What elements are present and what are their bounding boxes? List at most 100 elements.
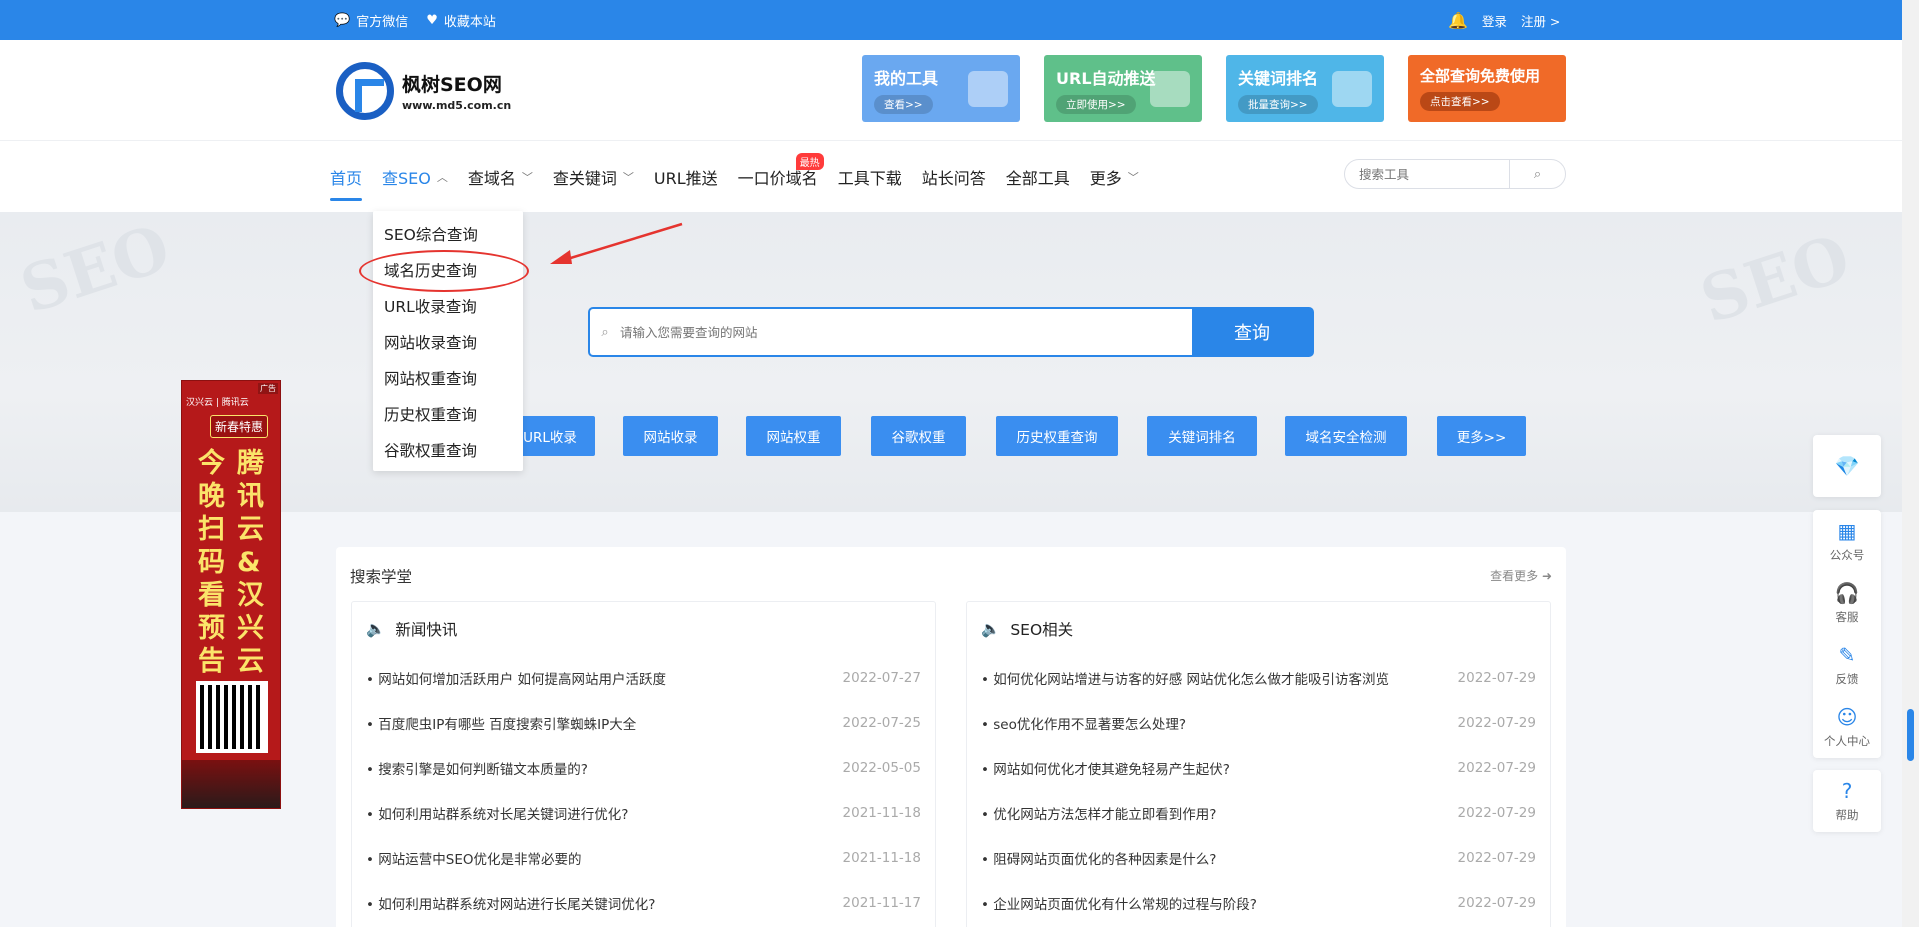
chevron-down-icon: ﹀: [622, 171, 634, 184]
quick-domain-security[interactable]: 域名安全检测: [1285, 416, 1407, 456]
help-float[interactable]: ? 帮助: [1813, 770, 1881, 832]
tool-search-input[interactable]: [1345, 160, 1509, 188]
annotation-arrow: [550, 222, 683, 264]
list-item[interactable]: • 企业网站页面优化有什么常规的过程与阶段? 2022-07-29: [981, 893, 1536, 913]
list-item[interactable]: • 优化网站方法怎样才能立即看到作用? 2022-07-29: [981, 803, 1536, 823]
site-search-input[interactable]: [620, 309, 1192, 355]
nav-more[interactable]: 更多 ﹀: [1090, 141, 1139, 213]
login-link[interactable]: 登录: [1482, 11, 1507, 30]
wechat-official-button[interactable]: ▦ 公众号: [1813, 510, 1881, 572]
quick-history-weight[interactable]: 历史权重查询: [996, 416, 1118, 456]
banner-free-use[interactable]: 全部查询免费使用 点击查看>>: [1408, 55, 1566, 122]
list-item[interactable]: • 网站如何增加活跃用户 如何提高网站用户活跃度 2022-07-27: [366, 668, 921, 688]
main-nav: 首页 查SEO ︿ 查域名 ﹀ 查关键词 ﹀ URL推送 一口价域名 最热 工具下载 站…: [0, 140, 1902, 212]
chevron-up-icon: ︿: [436, 171, 448, 184]
panel-title: SEO相关: [1010, 621, 1074, 639]
banner-my-tools[interactable]: 我的工具 查看>>: [862, 55, 1020, 122]
nav-keyword[interactable]: 查关键词 ﹀: [553, 141, 634, 213]
banner-keyword-rank[interactable]: 关键词排名 批量查询>>: [1226, 55, 1384, 122]
nav-seo[interactable]: 查SEO ︿: [382, 141, 448, 213]
site-logo[interactable]: 枫树SEO网 www.md5.com.cn: [336, 60, 526, 122]
banner-url-push[interactable]: URL自动推送 立即使用>>: [1044, 55, 1202, 122]
list-item[interactable]: • 搜索引擎是如何判断锚文本质量的? 2022-05-05: [366, 758, 921, 778]
list-item[interactable]: • 如何优化网站增进与访客的好感 网站优化怎么做才能吸引访客浏览 2022-07-…: [981, 668, 1536, 688]
qr-icon: ▦: [1837, 519, 1857, 543]
user-center-button[interactable]: ☺ 个人中心: [1813, 696, 1881, 758]
nav-home[interactable]: 首页: [330, 141, 363, 213]
bar-chart-icon: [1332, 71, 1372, 107]
favorite-link[interactable]: ♥ 收藏本站: [426, 11, 496, 30]
list-item[interactable]: • 网站运营中SEO优化是非常必要的 2021-11-18: [366, 848, 921, 868]
dropdown-item[interactable]: 网站收录查询: [373, 325, 523, 361]
hot-badge: 最热: [795, 153, 824, 170]
view-more-link[interactable]: 查看更多 ➜: [1490, 567, 1552, 584]
quick-site-weight[interactable]: 网站权重: [746, 416, 841, 456]
search-button[interactable]: ⌕: [1509, 160, 1565, 188]
dropdown-item[interactable]: 历史权重查询: [373, 397, 523, 433]
news-panel: 🔈 新闻快讯 • 网站如何增加活跃用户 如何提高网站用户活跃度 2022-07-27…: [351, 601, 936, 927]
page-scrollbar[interactable]: [1902, 0, 1919, 927]
dropdown-item[interactable]: SEO综合查询: [373, 217, 523, 253]
tool-search: ⌕: [1344, 159, 1566, 189]
list-item[interactable]: • 如何利用站群系统对长尾关键词进行优化? 2021-11-18: [366, 803, 921, 823]
feedback-button[interactable]: ✎ 反馈: [1813, 634, 1881, 696]
edit-icon: ✎: [1838, 643, 1856, 667]
nav-tool-download[interactable]: 工具下载: [838, 141, 902, 213]
panel-title: 新闻快讯: [395, 621, 458, 639]
bell-icon[interactable]: 🔔: [1448, 11, 1468, 30]
headset-icon: 🎧: [1834, 581, 1860, 605]
section-title: 搜索学堂: [350, 568, 413, 586]
support-button[interactable]: 🎧 客服: [1813, 572, 1881, 634]
nav-all-tools[interactable]: 全部工具: [1006, 141, 1070, 213]
quick-google-weight[interactable]: 谷歌权重: [871, 416, 966, 456]
search-icon: ⌕: [601, 324, 609, 340]
toolbox-icon: [968, 71, 1008, 107]
list-item[interactable]: • 网站如何优化才使其避免轻易产生起伏? 2022-07-29: [981, 758, 1536, 778]
register-link[interactable]: 注册 >: [1521, 11, 1560, 30]
ad-pill: 新春特惠: [210, 415, 269, 438]
ad-tag: 广告: [258, 383, 278, 394]
wechat-icon: 💬: [334, 12, 351, 28]
top-bar: 💬 官方微信 ♥ 收藏本站 🔔 登录 注册 >: [0, 0, 1902, 40]
speaker-icon: 🔈: [981, 620, 1001, 638]
qr-code: [196, 681, 268, 753]
ad-brand: 汉兴云 | 腾讯云: [186, 398, 249, 408]
list-item[interactable]: • 百度爬虫IP有哪些 百度搜索引擎蜘蛛IP大全 2022-07-25: [366, 713, 921, 733]
dropdown-item[interactable]: 谷歌权重查询: [373, 433, 523, 469]
chevron-down-icon: ﹀: [521, 171, 533, 184]
list-item[interactable]: • seo优化作用不显著要怎么处理? 2022-07-29: [981, 713, 1536, 733]
user-icon: ☺: [1836, 705, 1858, 729]
list-item[interactable]: • 如何利用站群系统对网站进行长尾关键词优化? 2021-11-17: [366, 893, 921, 913]
help-icon: ?: [1841, 779, 1853, 803]
dropdown-item[interactable]: 网站权重查询: [373, 361, 523, 397]
seo-watermark: SEO: [12, 212, 179, 329]
highlight-circle: [359, 250, 529, 292]
side-tools: ▦ 公众号 🎧 客服 ✎ 反馈 ☺ 个人中心: [1813, 510, 1881, 758]
search-school-card: 搜索学堂 查看更多 ➜ 🔈 新闻快讯 • 网站如何增加活跃用户 如何提高网站用户活…: [336, 547, 1566, 927]
ad-col-right: 腾讯云 & 汉兴云: [237, 448, 264, 677]
search-icon: ⌕: [1533, 166, 1542, 182]
list-item[interactable]: • 阻碍网站页面优化的各种因素是什么? 2022-07-29: [981, 848, 1536, 868]
quick-site-index[interactable]: 网站收录: [623, 416, 718, 456]
nav-domain[interactable]: 查域名 ﹀: [468, 141, 533, 213]
nav-qa[interactable]: 站长问答: [922, 141, 986, 213]
seo-panel: 🔈 SEO相关 • 如何优化网站增进与访客的好感 网站优化怎么做才能吸引访客浏览 2…: [966, 601, 1551, 927]
dropdown-item[interactable]: URL收录查询: [373, 289, 523, 325]
logo-name: 枫树SEO网: [402, 74, 502, 96]
ad-people-image: [182, 760, 280, 808]
favorite-label: 收藏本站: [443, 14, 496, 30]
scrollbar-thumb[interactable]: [1907, 709, 1914, 761]
side-ad[interactable]: 广告 汉兴云 | 腾讯云 新春特惠 今晚扫码看预告 腾讯云 & 汉兴云: [181, 380, 281, 809]
speaker-icon: 🔈: [366, 620, 386, 638]
nav-fixed-price-domain[interactable]: 一口价域名 最热: [738, 141, 824, 213]
quick-more[interactable]: 更多>>: [1437, 416, 1526, 456]
wechat-link[interactable]: 💬 官方微信: [334, 11, 408, 30]
wechat-label: 官方微信: [356, 14, 409, 30]
vip-float[interactable]: 💎: [1813, 435, 1881, 497]
quick-keyword-rank[interactable]: 关键词排名: [1147, 416, 1257, 456]
url-icon: [1150, 71, 1190, 107]
chevron-down-icon: ﹀: [1127, 171, 1139, 184]
nav-url-push[interactable]: URL推送: [654, 141, 718, 213]
query-button[interactable]: 查询: [1192, 309, 1312, 355]
main-search: ⌕ 查询: [588, 307, 1314, 357]
